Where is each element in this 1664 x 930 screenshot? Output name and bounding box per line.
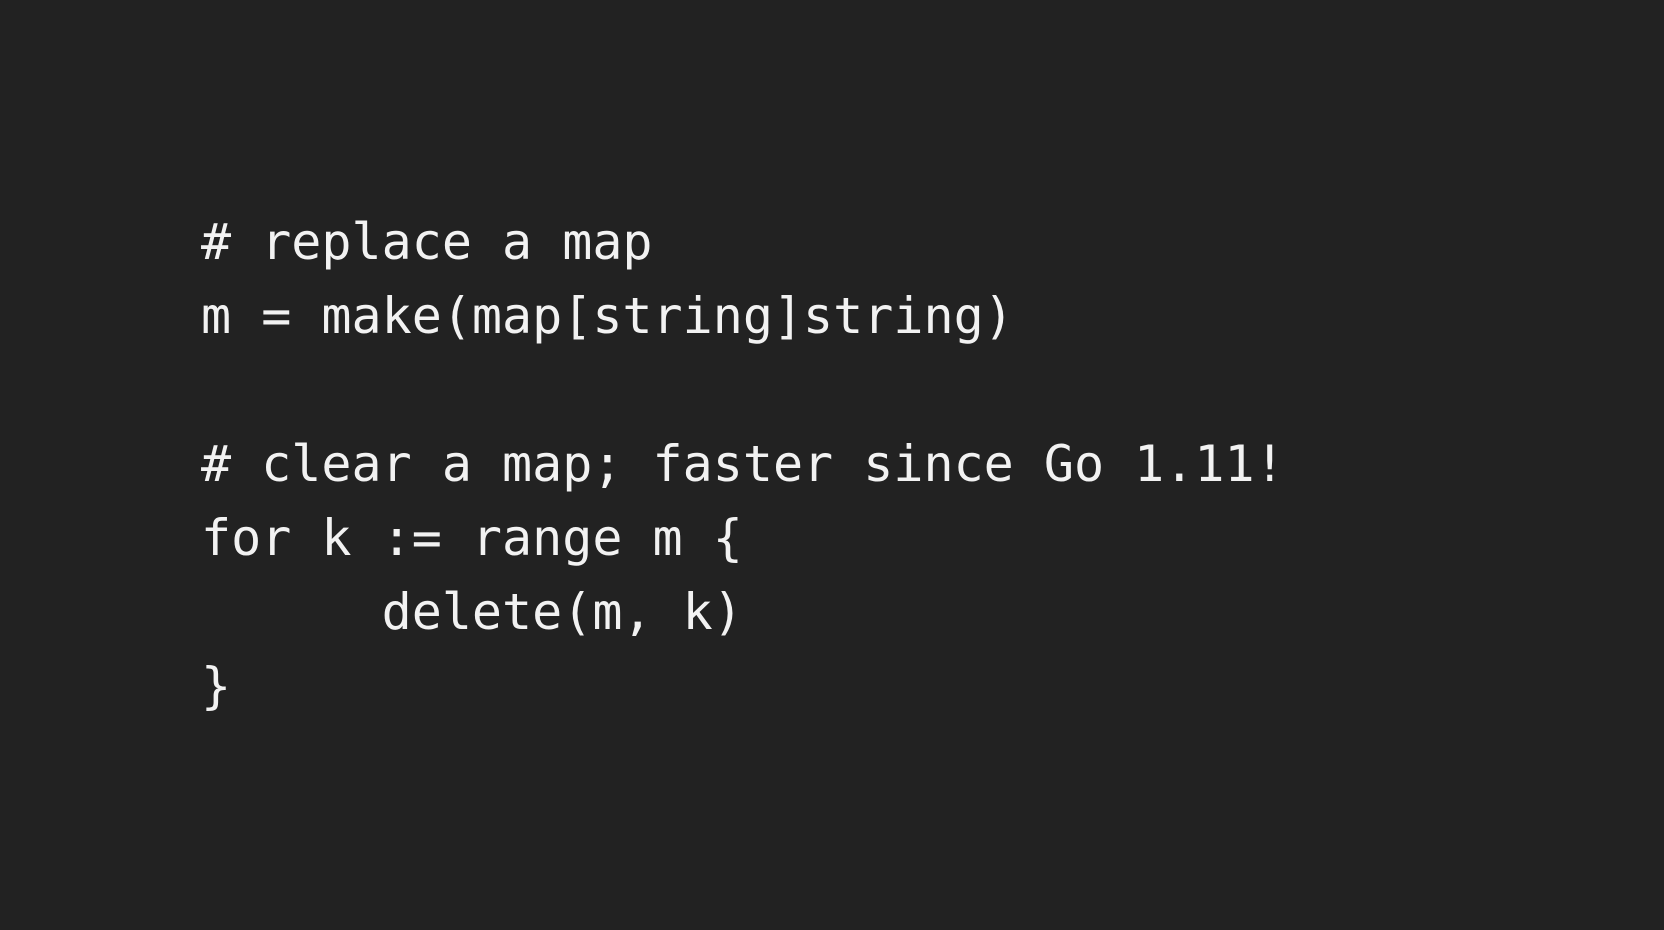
code-line: # replace a map <box>201 213 653 271</box>
code-line: # clear a map; faster since Go 1.11! <box>201 435 1285 493</box>
code-line: m = make(map[string]string) <box>201 287 1014 345</box>
code-block: # replace a map m = make(map[string]strin… <box>201 205 1285 723</box>
code-line: } <box>201 657 232 715</box>
code-line: delete(m, k) <box>201 583 743 641</box>
code-line: for k := range m { <box>201 509 743 567</box>
slide: # replace a map m = make(map[string]strin… <box>0 0 1664 930</box>
